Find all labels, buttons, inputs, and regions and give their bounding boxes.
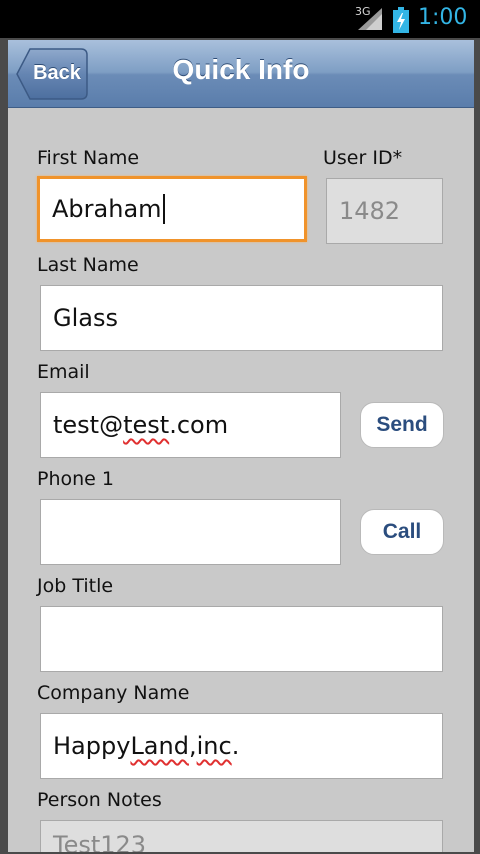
device-frame: Back Quick Info First Name Abraham User … <box>0 38 480 854</box>
user-id-input: 1482 <box>326 178 443 244</box>
last-name-input[interactable]: Glass <box>40 285 443 351</box>
email-value-suffix: .com <box>169 411 229 439</box>
user-id-value: 1482 <box>339 197 401 225</box>
company-name-label: Company Name <box>37 682 190 704</box>
user-id-label: User ID* <box>323 147 403 169</box>
app-screen: Back Quick Info First Name Abraham User … <box>8 40 474 852</box>
signal-icon <box>358 8 382 30</box>
call-button[interactable]: Call <box>360 509 444 555</box>
email-value-misspelled: test <box>123 411 170 439</box>
phone1-input[interactable] <box>40 499 341 565</box>
last-name-label: Last Name <box>37 254 139 276</box>
person-notes-input[interactable]: Test123 <box>40 820 443 852</box>
back-button[interactable]: Back <box>16 48 88 100</box>
company-value-word4: inc <box>196 732 232 760</box>
status-bar: 3G 1:00 <box>0 0 480 38</box>
navigation-bar: Back Quick Info <box>8 40 474 108</box>
company-value-word2: Land <box>130 732 189 760</box>
battery-icon <box>393 7 409 33</box>
page-title: Quick Info <box>172 54 310 85</box>
last-name-value: Glass <box>53 304 118 332</box>
company-value-part5: . <box>231 732 240 760</box>
person-notes-value: Test123 <box>53 831 147 852</box>
clock: 1:00 <box>418 5 468 30</box>
back-label: Back <box>33 62 81 84</box>
email-input[interactable]: test@ test .com <box>40 392 341 458</box>
first-name-label: First Name <box>37 147 140 169</box>
first-name-value: Abraham <box>52 195 162 223</box>
first-name-input[interactable]: Abraham <box>37 176 307 242</box>
quick-info-form: First Name Abraham User ID* 1482 Last Na… <box>8 108 474 852</box>
person-notes-label: Person Notes <box>37 789 162 811</box>
company-name-input[interactable]: Happy Land, inc. <box>40 713 443 779</box>
email-value-prefix: test@ <box>53 411 124 439</box>
text-caret <box>162 194 165 224</box>
job-title-label: Job Title <box>37 575 114 597</box>
company-value-part1: Happy <box>53 732 131 760</box>
send-button[interactable]: Send <box>360 402 444 448</box>
email-label: Email <box>37 361 90 383</box>
job-title-input[interactable] <box>40 606 443 672</box>
phone1-label: Phone 1 <box>37 468 114 490</box>
company-value-part3: , <box>188 732 197 760</box>
